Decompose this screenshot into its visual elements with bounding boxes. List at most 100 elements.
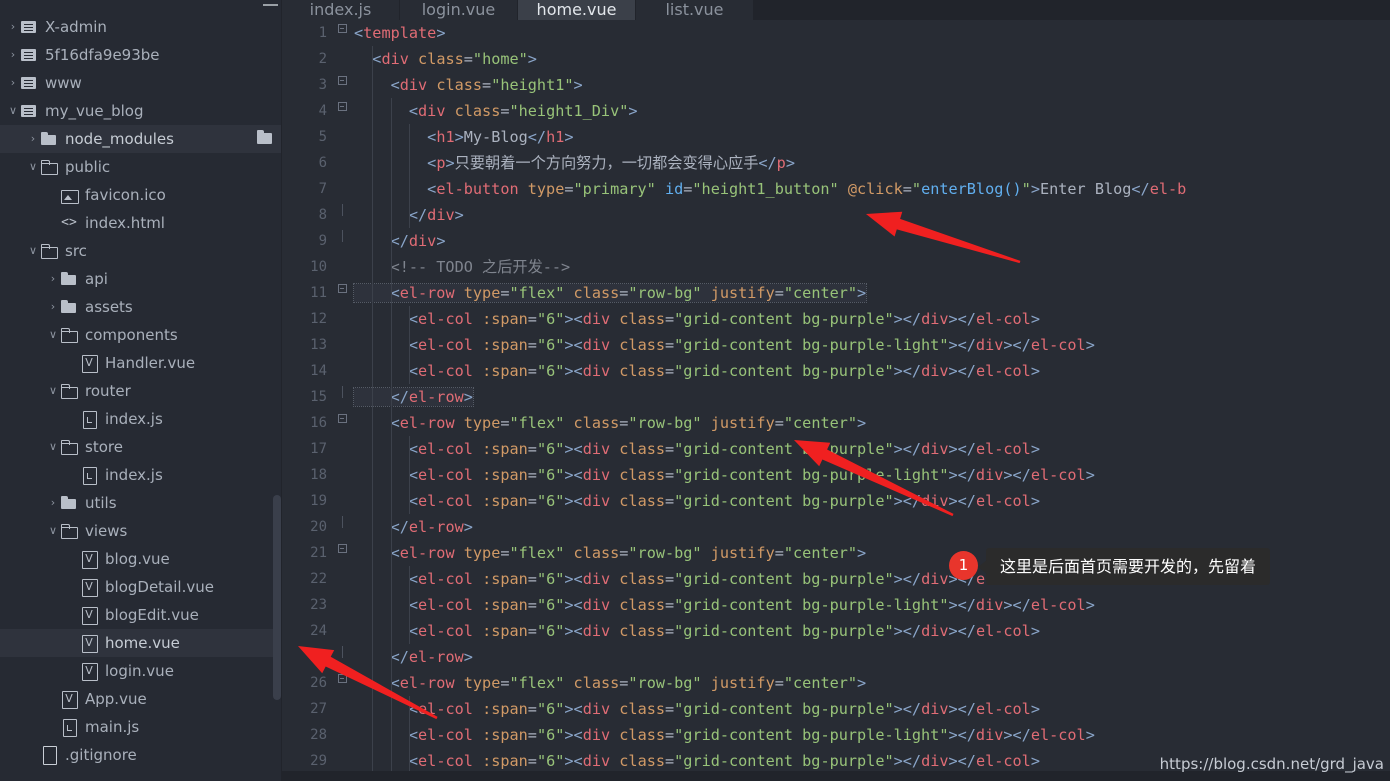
chevron-down-icon[interactable]: ∨ — [46, 321, 60, 349]
code-line[interactable]: 6 <p>只要朝着一个方向努力，一切都会变得心应手</p> — [282, 150, 1390, 176]
chevron-right-icon[interactable]: › — [46, 265, 60, 293]
code-line[interactable]: 4 <div class="height1_Div"> — [282, 98, 1390, 124]
chevron-right-icon[interactable]: › — [46, 293, 60, 321]
sidebar-scrollbar[interactable] — [273, 495, 281, 700]
code-line[interactable]: 10 <!-- TODO 之后开发--> — [282, 254, 1390, 280]
chevron-right-icon[interactable]: › — [6, 41, 20, 69]
code-line[interactable]: 25 </el-row> — [282, 644, 1390, 670]
tree-item-api[interactable]: › api — [0, 265, 281, 293]
tree-item-handler-vue[interactable]: Handler.vue — [0, 349, 281, 377]
chevron-down-icon[interactable]: ∨ — [6, 97, 20, 125]
tree-item-5f16dfa9e93be[interactable]: › 5f16dfa9e93be — [0, 41, 281, 69]
tree-item-x-admin[interactable]: › X-admin — [0, 13, 281, 41]
tree-item-blogedit-vue[interactable]: blogEdit.vue — [0, 601, 281, 629]
indent-guide — [390, 384, 392, 410]
tree-item-main-js[interactable]: main.js — [0, 713, 281, 741]
fold-collapse-icon[interactable] — [334, 20, 350, 46]
indent-guide — [408, 488, 410, 514]
code-text: <el-row type="flex" class="row-bg" justi… — [350, 280, 1390, 306]
code-line[interactable]: 9 </div> — [282, 228, 1390, 254]
editor-tab-index-js[interactable]: index.js — [282, 0, 400, 20]
code-text: <div class="home"> — [350, 46, 1390, 72]
indent-guide — [390, 202, 392, 228]
code-line[interactable]: 17 <el-col :span="6"><div class="grid-co… — [282, 436, 1390, 462]
indent-guide — [390, 592, 392, 618]
tree-item-src[interactable]: ∨ src — [0, 237, 281, 265]
chevron-down-icon[interactable]: ∨ — [46, 517, 60, 545]
tree-item-favicon-ico[interactable]: favicon.ico — [0, 181, 281, 209]
code-line[interactable]: 16 <el-row type="flex" class="row-bg" ju… — [282, 410, 1390, 436]
fold-collapse-icon[interactable] — [334, 72, 350, 98]
code-line[interactable]: 3 <div class="height1"> — [282, 72, 1390, 98]
fold-collapse-icon[interactable] — [334, 410, 350, 436]
indent-guide — [390, 176, 392, 202]
tree-item-public[interactable]: ∨ public — [0, 153, 281, 181]
vue-file-icon — [80, 545, 98, 573]
fold-collapse-icon[interactable] — [334, 540, 350, 566]
chevron-right-icon[interactable]: › — [26, 125, 40, 153]
tree-item-login-vue[interactable]: login.vue — [0, 657, 281, 685]
code-line[interactable]: 19 <el-col :span="6"><div class="grid-co… — [282, 488, 1390, 514]
code-line[interactable]: 24 <el-col :span="6"><div class="grid-co… — [282, 618, 1390, 644]
code-line[interactable]: 23 <el-col :span="6"><div class="grid-co… — [282, 592, 1390, 618]
code-line[interactable]: 14 <el-col :span="6"><div class="grid-co… — [282, 358, 1390, 384]
indent-guide — [390, 566, 392, 592]
fold-collapse-icon[interactable] — [334, 98, 350, 124]
chevron-right-icon[interactable]: › — [6, 13, 20, 41]
tree-item--gitignore[interactable]: .gitignore — [0, 741, 281, 769]
indent-guide — [390, 124, 392, 150]
code-line[interactable]: 2 <div class="home"> — [282, 46, 1390, 72]
code-line[interactable]: 7 <el-button type="primary" id="height1_… — [282, 176, 1390, 202]
tree-item-utils[interactable]: › utils — [0, 489, 281, 517]
tree-item-index-js[interactable]: index.js — [0, 461, 281, 489]
tree-item-label: index.js — [105, 410, 163, 428]
editor-tab-list-vue[interactable]: list.vue — [636, 0, 754, 20]
chevron-down-icon[interactable]: ∨ — [46, 377, 60, 405]
fold-collapse-icon[interactable] — [334, 670, 350, 696]
chevron-down-icon[interactable]: ∨ — [26, 153, 40, 181]
code-line[interactable]: 11 <el-row type="flex" class="row-bg" ju… — [282, 280, 1390, 306]
tree-item-index-html[interactable]: index.html — [0, 209, 281, 237]
code-tokens: <el-col :span="6"><div class="grid-conte… — [408, 440, 1040, 458]
code-line[interactable]: 13 <el-col :span="6"><div class="grid-co… — [282, 332, 1390, 358]
code-tokens: <h1>My-Blog</h1> — [427, 128, 574, 146]
chevron-right-icon[interactable]: › — [46, 489, 60, 517]
code-line[interactable]: 18 <el-col :span="6"><div class="grid-co… — [282, 462, 1390, 488]
tree-item-index-js[interactable]: index.js — [0, 405, 281, 433]
code-line[interactable]: 8 </div> — [282, 202, 1390, 228]
tree-item-router[interactable]: ∨ router — [0, 377, 281, 405]
editor-tab-home-vue[interactable]: home.vue — [518, 0, 636, 20]
tree-item-views[interactable]: ∨ views — [0, 517, 281, 545]
code-line[interactable]: 26 <el-row type="flex" class="row-bg" ju… — [282, 670, 1390, 696]
code-line[interactable]: 15 </el-row> — [282, 384, 1390, 410]
editor-tab-login-vue[interactable]: login.vue — [400, 0, 518, 20]
code-line[interactable]: 28 <el-col :span="6"><div class="grid-co… — [282, 722, 1390, 748]
code-line[interactable]: 20 </el-row> — [282, 514, 1390, 540]
code-line[interactable]: 1 <template> — [282, 20, 1390, 46]
tree-item-node-modules[interactable]: › node_modules — [0, 125, 281, 153]
code-line[interactable]: 12 <el-col :span="6"><div class="grid-co… — [282, 306, 1390, 332]
indent-guide — [372, 696, 374, 722]
code-viewport[interactable]: 1 <template> 2 <div class="home"> 3 <div cl… — [282, 20, 1390, 781]
tree-item-blog-vue[interactable]: blog.vue — [0, 545, 281, 573]
tree-item-www[interactable]: › www — [0, 69, 281, 97]
chevron-down-icon[interactable]: ∨ — [26, 237, 40, 265]
tree-item-components[interactable]: ∨ components — [0, 321, 281, 349]
fold-collapse-icon[interactable] — [334, 280, 350, 306]
tree-item-blogdetail-vue[interactable]: blogDetail.vue — [0, 573, 281, 601]
code-line[interactable]: 5 <h1>My-Blog</h1> — [282, 124, 1390, 150]
tree-item-home-vue[interactable]: home.vue — [0, 629, 281, 657]
line-number: 23 — [310, 597, 327, 613]
code-line[interactable]: 27 <el-col :span="6"><div class="grid-co… — [282, 696, 1390, 722]
minimize-icon[interactable] — [263, 4, 278, 6]
line-number: 2 — [318, 51, 327, 67]
chevron-down-icon[interactable]: ∨ — [46, 433, 60, 461]
chevron-right-icon[interactable]: › — [6, 69, 20, 97]
tree-item-app-vue[interactable]: App.vue — [0, 685, 281, 713]
tree-item-store[interactable]: ∨ store — [0, 433, 281, 461]
tree-item-label: components — [85, 326, 178, 344]
fold-end-marker — [334, 644, 350, 670]
tree-item-assets[interactable]: › assets — [0, 293, 281, 321]
tree-item-my-vue-blog[interactable]: ∨ my_vue_blog — [0, 97, 281, 125]
fold-gutter-blank — [334, 176, 350, 202]
